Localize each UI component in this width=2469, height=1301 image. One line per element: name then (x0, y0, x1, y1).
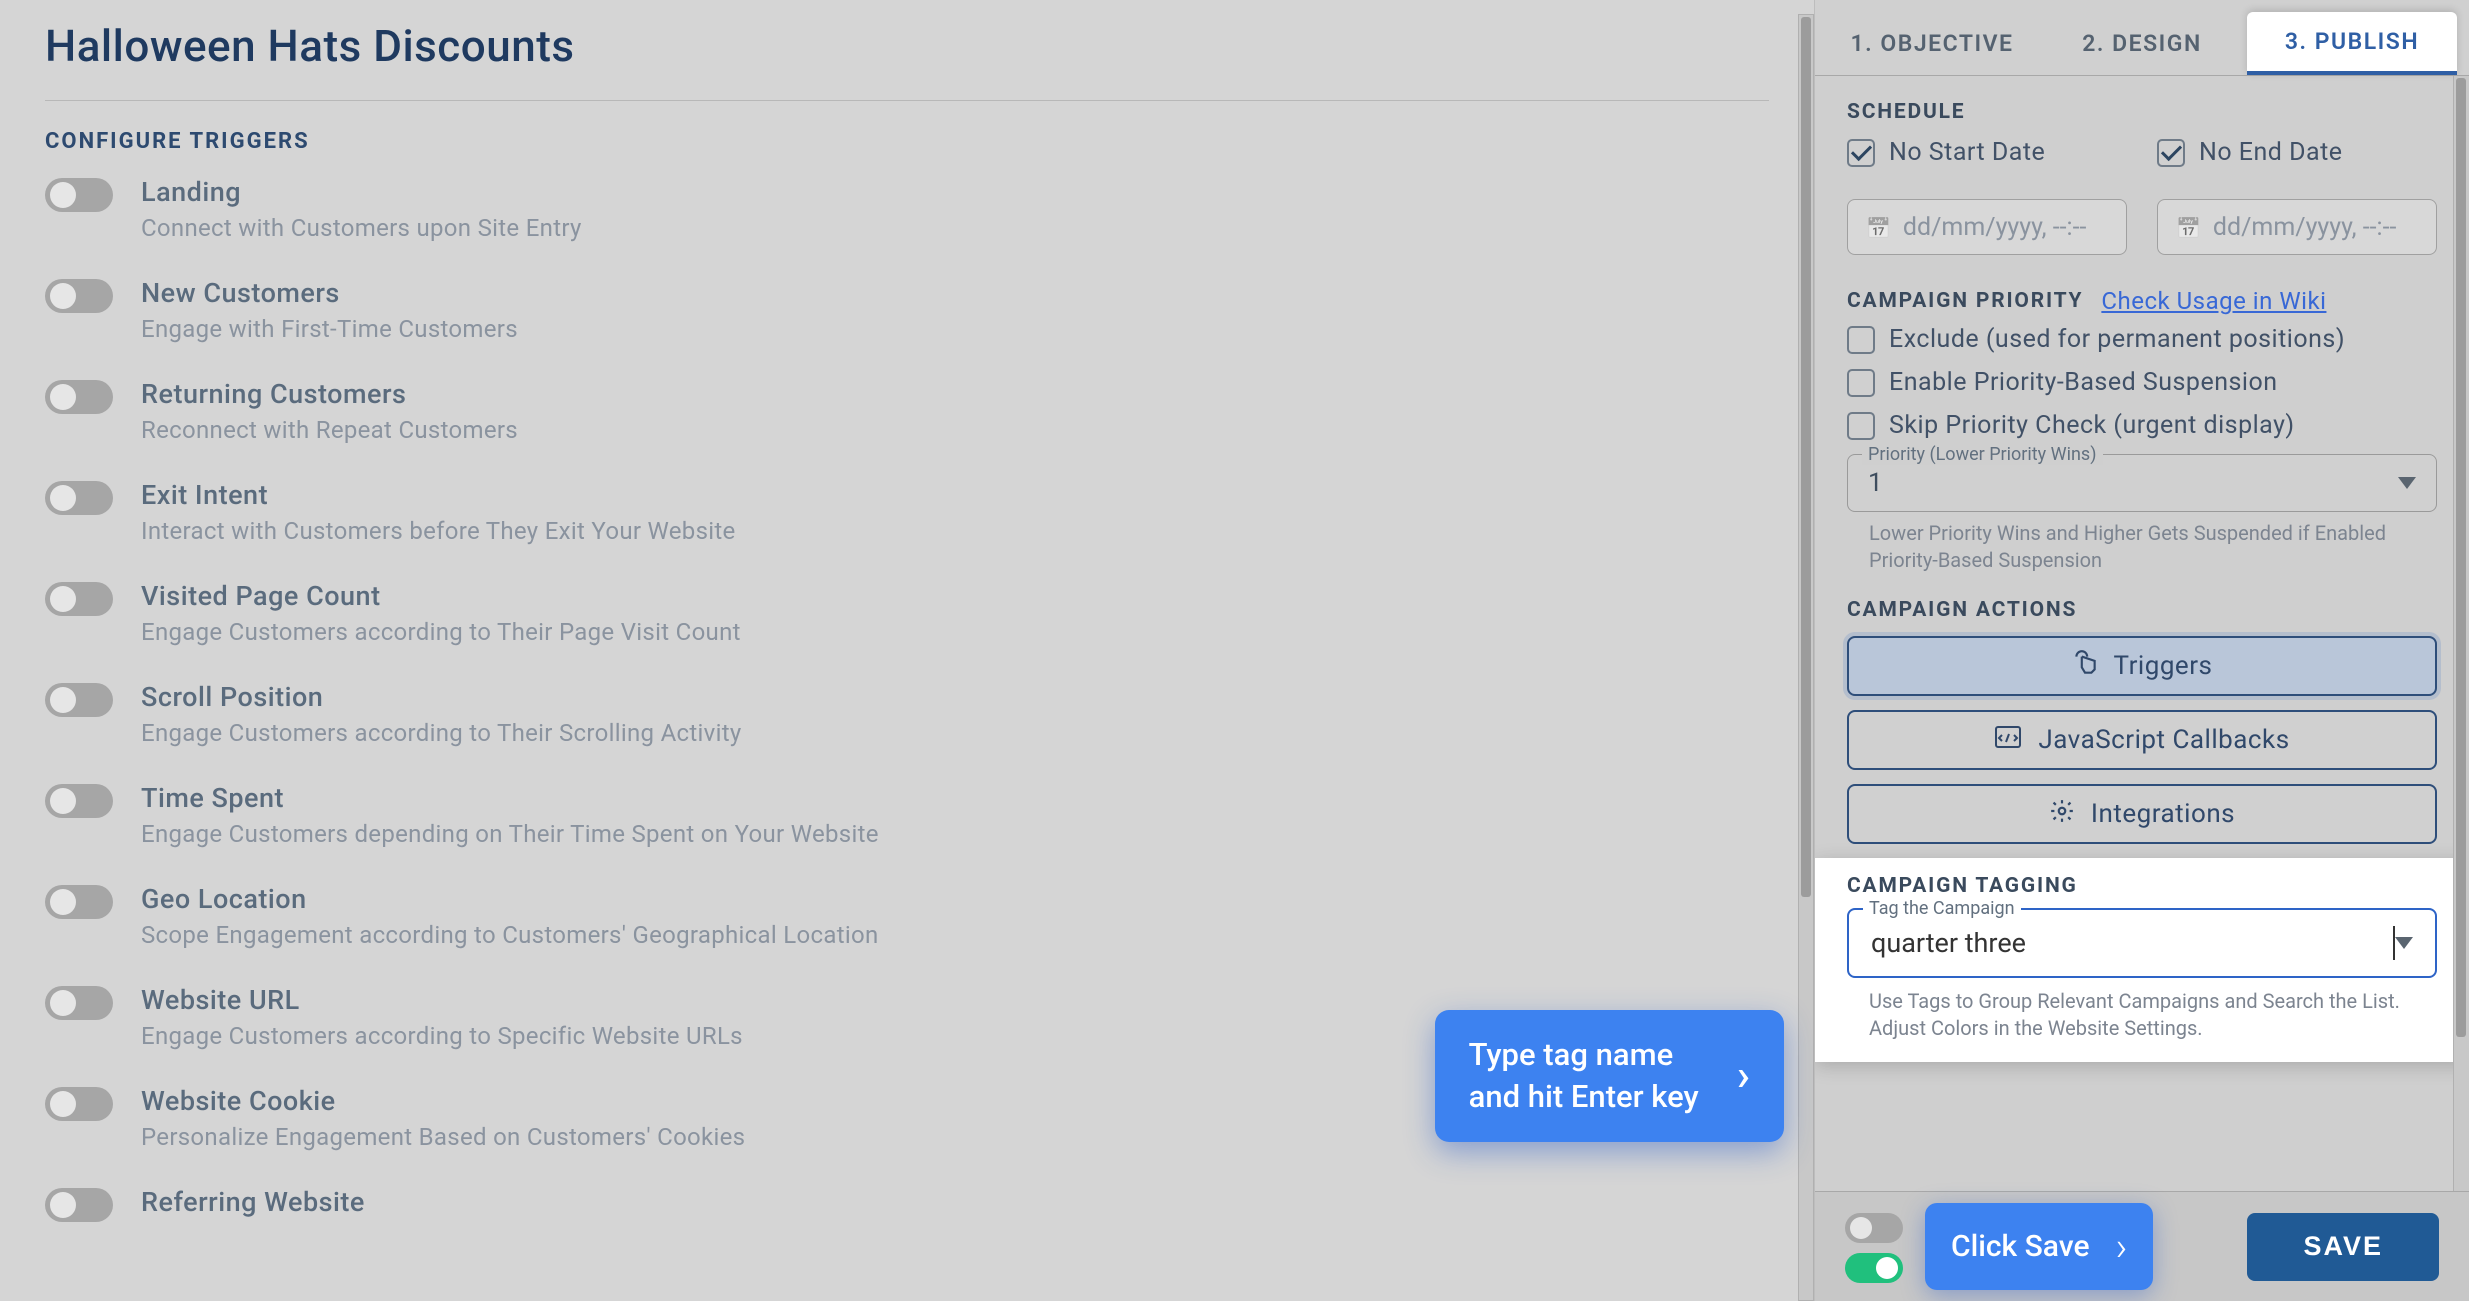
toggle-new-customers[interactable] (45, 279, 113, 313)
toggle-time-spent[interactable] (45, 784, 113, 818)
wiki-link[interactable]: Check Usage in Wiki (2101, 287, 2326, 315)
tab-objective[interactable]: 1. OBJECTIVE (1827, 12, 2037, 75)
js-callbacks-button[interactable]: JavaScript Callbacks (1847, 710, 2437, 770)
panel-scrollbar[interactable] (2453, 76, 2469, 1191)
schedule-label: SCHEDULE (1847, 100, 2437, 124)
priority-label: CAMPAIGN PRIORITY (1847, 289, 2083, 313)
trigger-desc: Connect with Customers upon Site Entry (141, 214, 582, 242)
checkbox-enable-suspension[interactable] (1847, 369, 1875, 397)
trigger-new-customers: New Customers Engage with First-Time Cus… (45, 277, 1739, 343)
checkbox-no-start-date[interactable] (1847, 139, 1875, 167)
end-date-input[interactable]: dd/mm/yyyy, --:-- (2157, 199, 2437, 255)
code-icon (1994, 725, 2022, 756)
touch-icon (2072, 648, 2098, 685)
tag-help: Use Tags to Group Relevant Campaigns and… (1869, 988, 2437, 1042)
toggle-exit-intent[interactable] (45, 481, 113, 515)
footer-toggle-2[interactable] (1845, 1253, 1903, 1283)
trigger-title: Landing (141, 176, 582, 208)
tagging-card: CAMPAIGN TAGGING Tag the Campaign quarte… (1815, 858, 2469, 1062)
tabs: 1. OBJECTIVE 2. DESIGN 3. PUBLISH (1815, 0, 2469, 76)
priority-legend: Priority (Lower Priority Wins) (1862, 444, 2103, 465)
toggle-returning-customers[interactable] (45, 380, 113, 414)
calendar-icon (1866, 213, 1891, 242)
no-end-date-label: No End Date (2199, 138, 2343, 167)
trigger-returning-customers: Returning Customers Reconnect with Repea… (45, 378, 1739, 444)
trigger-scroll-position: Scroll Position Engage Customers accordi… (45, 681, 1739, 747)
toggle-scroll-position[interactable] (45, 683, 113, 717)
priority-value: 1 (1868, 468, 2398, 498)
main-scrollbar[interactable] (1798, 14, 1814, 1301)
configure-triggers-label: CONFIGURE TRIGGERS (45, 129, 1799, 154)
tag-input-value: quarter three (1871, 927, 2397, 959)
checkbox-exclude[interactable] (1847, 326, 1875, 354)
tagging-label: CAMPAIGN TAGGING (1847, 874, 2437, 898)
integrations-button[interactable]: Integrations (1847, 784, 2437, 844)
chevron-down-icon (2398, 477, 2416, 489)
calendar-icon (2176, 213, 2201, 242)
tooltip-text: Type tag name and hit Enter key (1469, 1034, 1699, 1118)
tab-design[interactable]: 2. DESIGN (2037, 12, 2247, 75)
trigger-geo-location: Geo Location Scope Engagement according … (45, 883, 1739, 949)
panel-scrollbar-thumb[interactable] (2456, 78, 2466, 1037)
checkbox-no-end-date[interactable] (2157, 139, 2185, 167)
tooltip-click-save: Click Save › (1925, 1203, 2153, 1290)
start-date-input[interactable]: dd/mm/yyyy, --:-- (1847, 199, 2127, 255)
main-panel: Halloween Hats Discounts CONFIGURE TRIGG… (0, 0, 1814, 1301)
publish-panel: SCHEDULE No Start Date No End Date dd/mm… (1815, 76, 2469, 1191)
main-scrollbar-thumb[interactable] (1801, 17, 1811, 897)
no-start-date-label: No Start Date (1889, 138, 2045, 167)
trigger-visited-page-count: Visited Page Count Engage Customers acco… (45, 580, 1739, 646)
chevron-right-icon: › (2116, 1223, 2128, 1270)
toggle-visited-page-count[interactable] (45, 582, 113, 616)
tab-publish[interactable]: 3. PUBLISH (2247, 12, 2457, 75)
toggle-website-url[interactable] (45, 986, 113, 1020)
toggle-referring-website[interactable] (45, 1188, 113, 1222)
chevron-down-icon[interactable] (2395, 937, 2413, 949)
toggle-website-cookie[interactable] (45, 1087, 113, 1121)
trigger-landing: Landing Connect with Customers upon Site… (45, 176, 1739, 242)
trigger-referring-website: Referring Website (45, 1186, 1739, 1222)
footer-toggle-1[interactable] (1845, 1213, 1903, 1243)
checkbox-skip-priority[interactable] (1847, 412, 1875, 440)
priority-select[interactable]: Priority (Lower Priority Wins) 1 (1847, 454, 2437, 512)
triggers-button[interactable]: Triggers (1847, 636, 2437, 696)
toggle-landing[interactable] (45, 178, 113, 212)
toggle-geo-location[interactable] (45, 885, 113, 919)
page-title: Halloween Hats Discounts (45, 20, 1769, 101)
trigger-exit-intent: Exit Intent Interact with Customers befo… (45, 479, 1739, 545)
actions-label: CAMPAIGN ACTIONS (1847, 598, 2437, 622)
tag-input-field[interactable]: Tag the Campaign quarter three (1847, 908, 2437, 978)
tag-legend: Tag the Campaign (1863, 898, 2021, 919)
sidebar: 1. OBJECTIVE 2. DESIGN 3. PUBLISH SCHEDU… (1814, 0, 2469, 1301)
sidebar-footer: Click Save › SAVE (1815, 1191, 2469, 1301)
priority-help: Lower Priority Wins and Higher Gets Susp… (1869, 520, 2437, 574)
gear-icon (2049, 798, 2075, 831)
chevron-right-icon: › (1737, 1046, 1750, 1105)
save-button[interactable]: SAVE (2247, 1213, 2439, 1281)
trigger-time-spent: Time Spent Engage Customers depending on… (45, 782, 1739, 848)
tooltip-type-tag: Type tag name and hit Enter key › (1435, 1010, 1784, 1142)
